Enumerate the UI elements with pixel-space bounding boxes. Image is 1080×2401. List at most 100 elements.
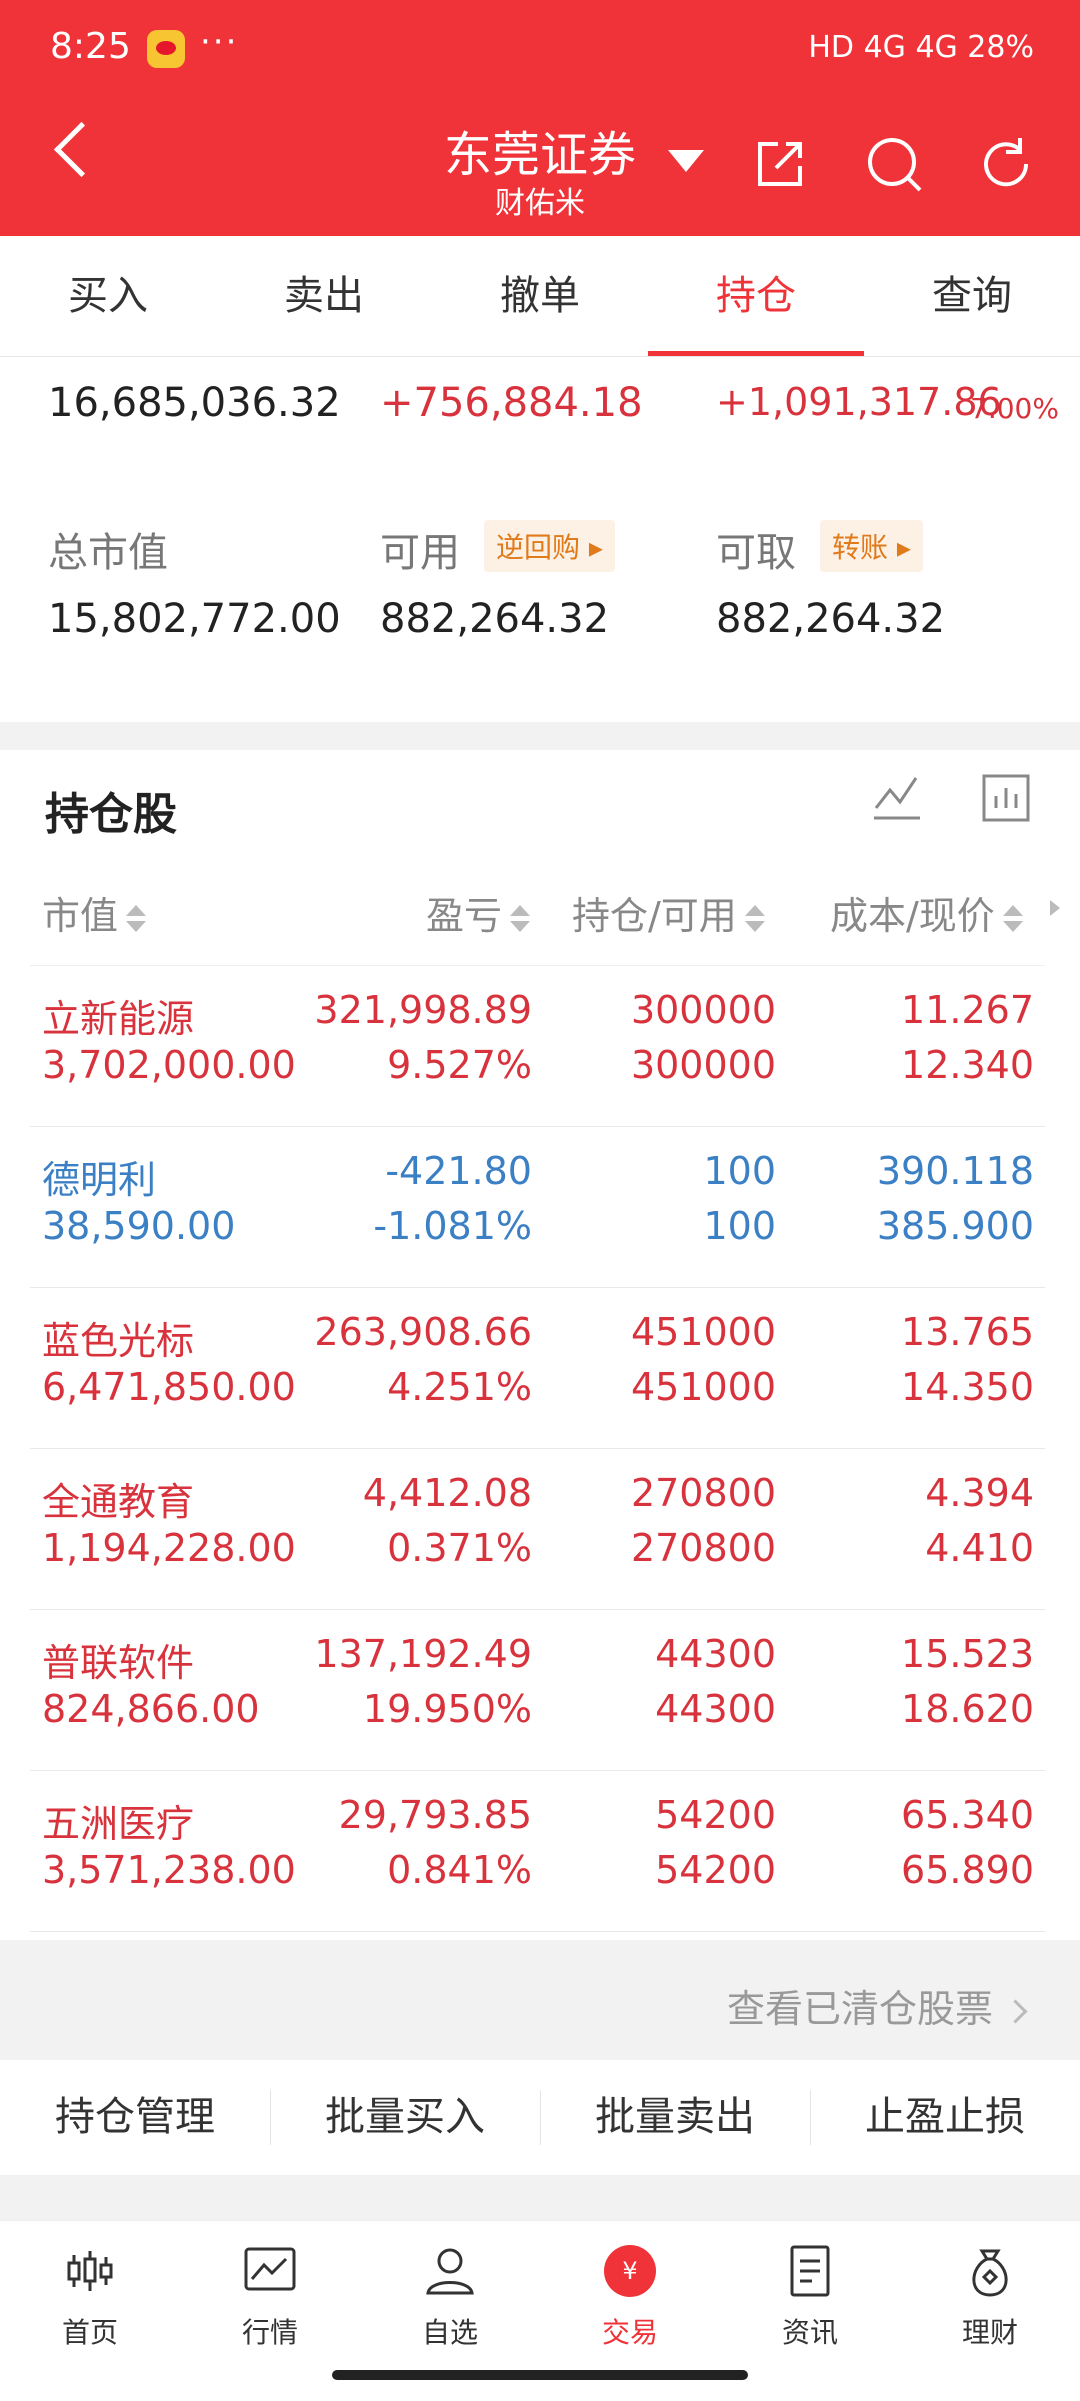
stock-market-value: 1,194,228.00	[42, 1526, 296, 1570]
holding-row[interactable]: 五洲医疗 3,571,238.00 29,793.85 0.841% 54200 5420…	[0, 1771, 1080, 1932]
stock-name: 德明利	[42, 1158, 157, 1202]
money-bag-icon	[972, 2249, 1008, 2297]
weibo-icon	[147, 30, 185, 68]
stock-pnl-pct: -1.081%	[373, 1204, 532, 1248]
app-header: 8:25 ··· HD 4G 4G 28% 东莞证券 财佑米	[0, 0, 1080, 236]
scroll-right-icon[interactable]	[1050, 900, 1060, 916]
stock-holding: 44300	[655, 1632, 776, 1676]
withdrawable-amount: 882,264.32	[716, 596, 946, 642]
stock-cost: 13.765	[901, 1310, 1034, 1354]
stock-pnl: 137,192.49	[314, 1632, 532, 1676]
account-dropdown-icon[interactable]	[668, 150, 704, 172]
divider	[30, 1931, 1045, 1932]
stock-available: 54200	[655, 1848, 776, 1892]
holding-row[interactable]: 立新能源 3,702,000.00 321,998.89 9.527% 300000 30…	[0, 966, 1080, 1127]
available-amount: 882,264.32	[380, 596, 610, 642]
stock-pnl-pct: 19.950%	[362, 1687, 532, 1731]
back-icon[interactable]	[53, 121, 110, 178]
batch-sell-button[interactable]: 批量卖出	[540, 2060, 810, 2175]
home-indicator	[332, 2370, 748, 2380]
candlestick-icon	[67, 2251, 113, 2291]
document-icon	[790, 2245, 830, 2297]
stock-market-value: 38,590.00	[42, 1204, 236, 1248]
status-dots: ···	[200, 22, 239, 62]
stock-available: 44300	[655, 1687, 776, 1731]
stock-cost: 390.118	[876, 1149, 1034, 1193]
search-icon[interactable]	[862, 132, 926, 196]
holding-row[interactable]: 德明利 38,590.00 -421.80 -1.081% 100 100 390.118 3…	[0, 1127, 1080, 1288]
total-pnl: +1,091,317.86	[716, 380, 1002, 424]
stock-pnl-pct: 0.371%	[387, 1526, 532, 1570]
stock-pnl: 263,908.66	[314, 1310, 532, 1354]
nav-news[interactable]: 资讯	[720, 2241, 900, 2361]
nav-wealth[interactable]: 理财	[900, 2241, 1080, 2361]
nav-news-label: 资讯	[781, 2316, 838, 2349]
broker-title[interactable]: 东莞证券	[380, 115, 700, 185]
tab-cancel[interactable]: 撤单	[432, 236, 648, 356]
nav-home-label: 首页	[61, 2316, 118, 2349]
stock-holding: 100	[703, 1149, 776, 1193]
stock-name: 五洲医疗	[42, 1802, 195, 1846]
chevron-right-icon	[1003, 1999, 1028, 2024]
transfer-button[interactable]: 转账 ▸	[820, 520, 923, 572]
header-position[interactable]: 持仓/可用	[572, 885, 765, 940]
chart-icon	[244, 2247, 296, 2291]
stock-market-value: 824,866.00	[42, 1687, 260, 1731]
stock-cost: 15.523	[901, 1632, 1034, 1676]
reverse-repo-button[interactable]: 逆回购 ▸	[484, 520, 615, 572]
holding-row[interactable]: 普联软件 824,866.00 137,192.49 19.950% 44300 4430…	[0, 1610, 1080, 1771]
stock-holding: 300000	[630, 988, 776, 1032]
total-assets: 16,685,036.32	[48, 380, 341, 426]
header-pnl-label: 盈亏	[426, 894, 503, 938]
nav-trade-label: 交易	[601, 2316, 658, 2349]
account-name: 财佑米	[495, 186, 585, 221]
stock-pnl-pct: 4.251%	[387, 1365, 532, 1409]
nav-market[interactable]: 行情	[180, 2241, 360, 2361]
share-icon[interactable]	[748, 132, 812, 196]
transfer-label: 转账	[832, 531, 889, 564]
trend-chart-icon[interactable]	[870, 770, 924, 824]
stock-available: 100	[703, 1204, 776, 1248]
batch-buy-button[interactable]: 批量买入	[270, 2060, 540, 2175]
header-cost-price-label: 成本/现价	[830, 894, 995, 938]
stock-pnl-pct: 0.841%	[387, 1848, 532, 1892]
stock-cost: 4.394	[925, 1471, 1034, 1515]
nav-watchlist[interactable]: 自选	[360, 2241, 540, 2361]
stock-pnl: 4,412.08	[362, 1471, 532, 1515]
stock-name: 蓝色光标	[42, 1319, 195, 1363]
holding-row[interactable]: 蓝色光标 6,471,850.00 263,908.66 4.251% 451000 45…	[0, 1288, 1080, 1449]
stock-price: 18.620	[901, 1687, 1034, 1731]
holdings-title: 持仓股	[45, 789, 177, 840]
tab-sell[interactable]: 卖出	[216, 236, 432, 356]
header-market-value[interactable]: 市值	[42, 885, 147, 940]
header-cost-price[interactable]: 成本/现价	[830, 885, 1023, 940]
nav-trade[interactable]: ¥ 交易	[540, 2241, 720, 2361]
tab-query[interactable]: 查询	[864, 236, 1080, 356]
refresh-icon[interactable]	[974, 132, 1038, 196]
stock-price: 4.410	[925, 1526, 1034, 1570]
yuan-icon: ¥	[604, 2245, 656, 2297]
tab-buy[interactable]: 买入	[0, 236, 216, 356]
reverse-repo-label: 逆回购	[496, 531, 581, 564]
stop-profit-loss-button[interactable]: 止盈止损	[810, 2060, 1080, 2175]
header-pnl[interactable]: 盈亏	[426, 885, 531, 940]
stock-name: 立新能源	[42, 997, 195, 1041]
stock-available: 270800	[630, 1526, 776, 1570]
stock-price: 65.890	[901, 1848, 1034, 1892]
withdrawable-label: 可取	[716, 530, 796, 576]
nav-watchlist-label: 自选	[421, 2316, 478, 2349]
stock-pnl: -421.80	[385, 1149, 532, 1193]
stock-market-value: 3,571,238.00	[42, 1848, 296, 1892]
position-manage-button[interactable]: 持仓管理	[0, 2060, 270, 2175]
market-value: 15,802,772.00	[48, 596, 341, 642]
bar-chart-icon[interactable]	[980, 772, 1032, 824]
nav-home[interactable]: 首页	[0, 2241, 180, 2361]
status-time: 8:25	[50, 26, 131, 67]
stock-pnl: 29,793.85	[338, 1793, 532, 1837]
view-cleared-link[interactable]: 查看已清仓股票	[726, 1978, 1028, 2033]
holding-row[interactable]: 全通教育 1,194,228.00 4,412.08 0.371% 270800 2708…	[0, 1449, 1080, 1610]
nav-wealth-label: 理财	[961, 2316, 1018, 2349]
view-cleared-label: 查看已清仓股票	[726, 1987, 993, 2031]
tab-positions[interactable]: 持仓	[648, 236, 864, 356]
stock-price: 14.350	[901, 1365, 1034, 1409]
